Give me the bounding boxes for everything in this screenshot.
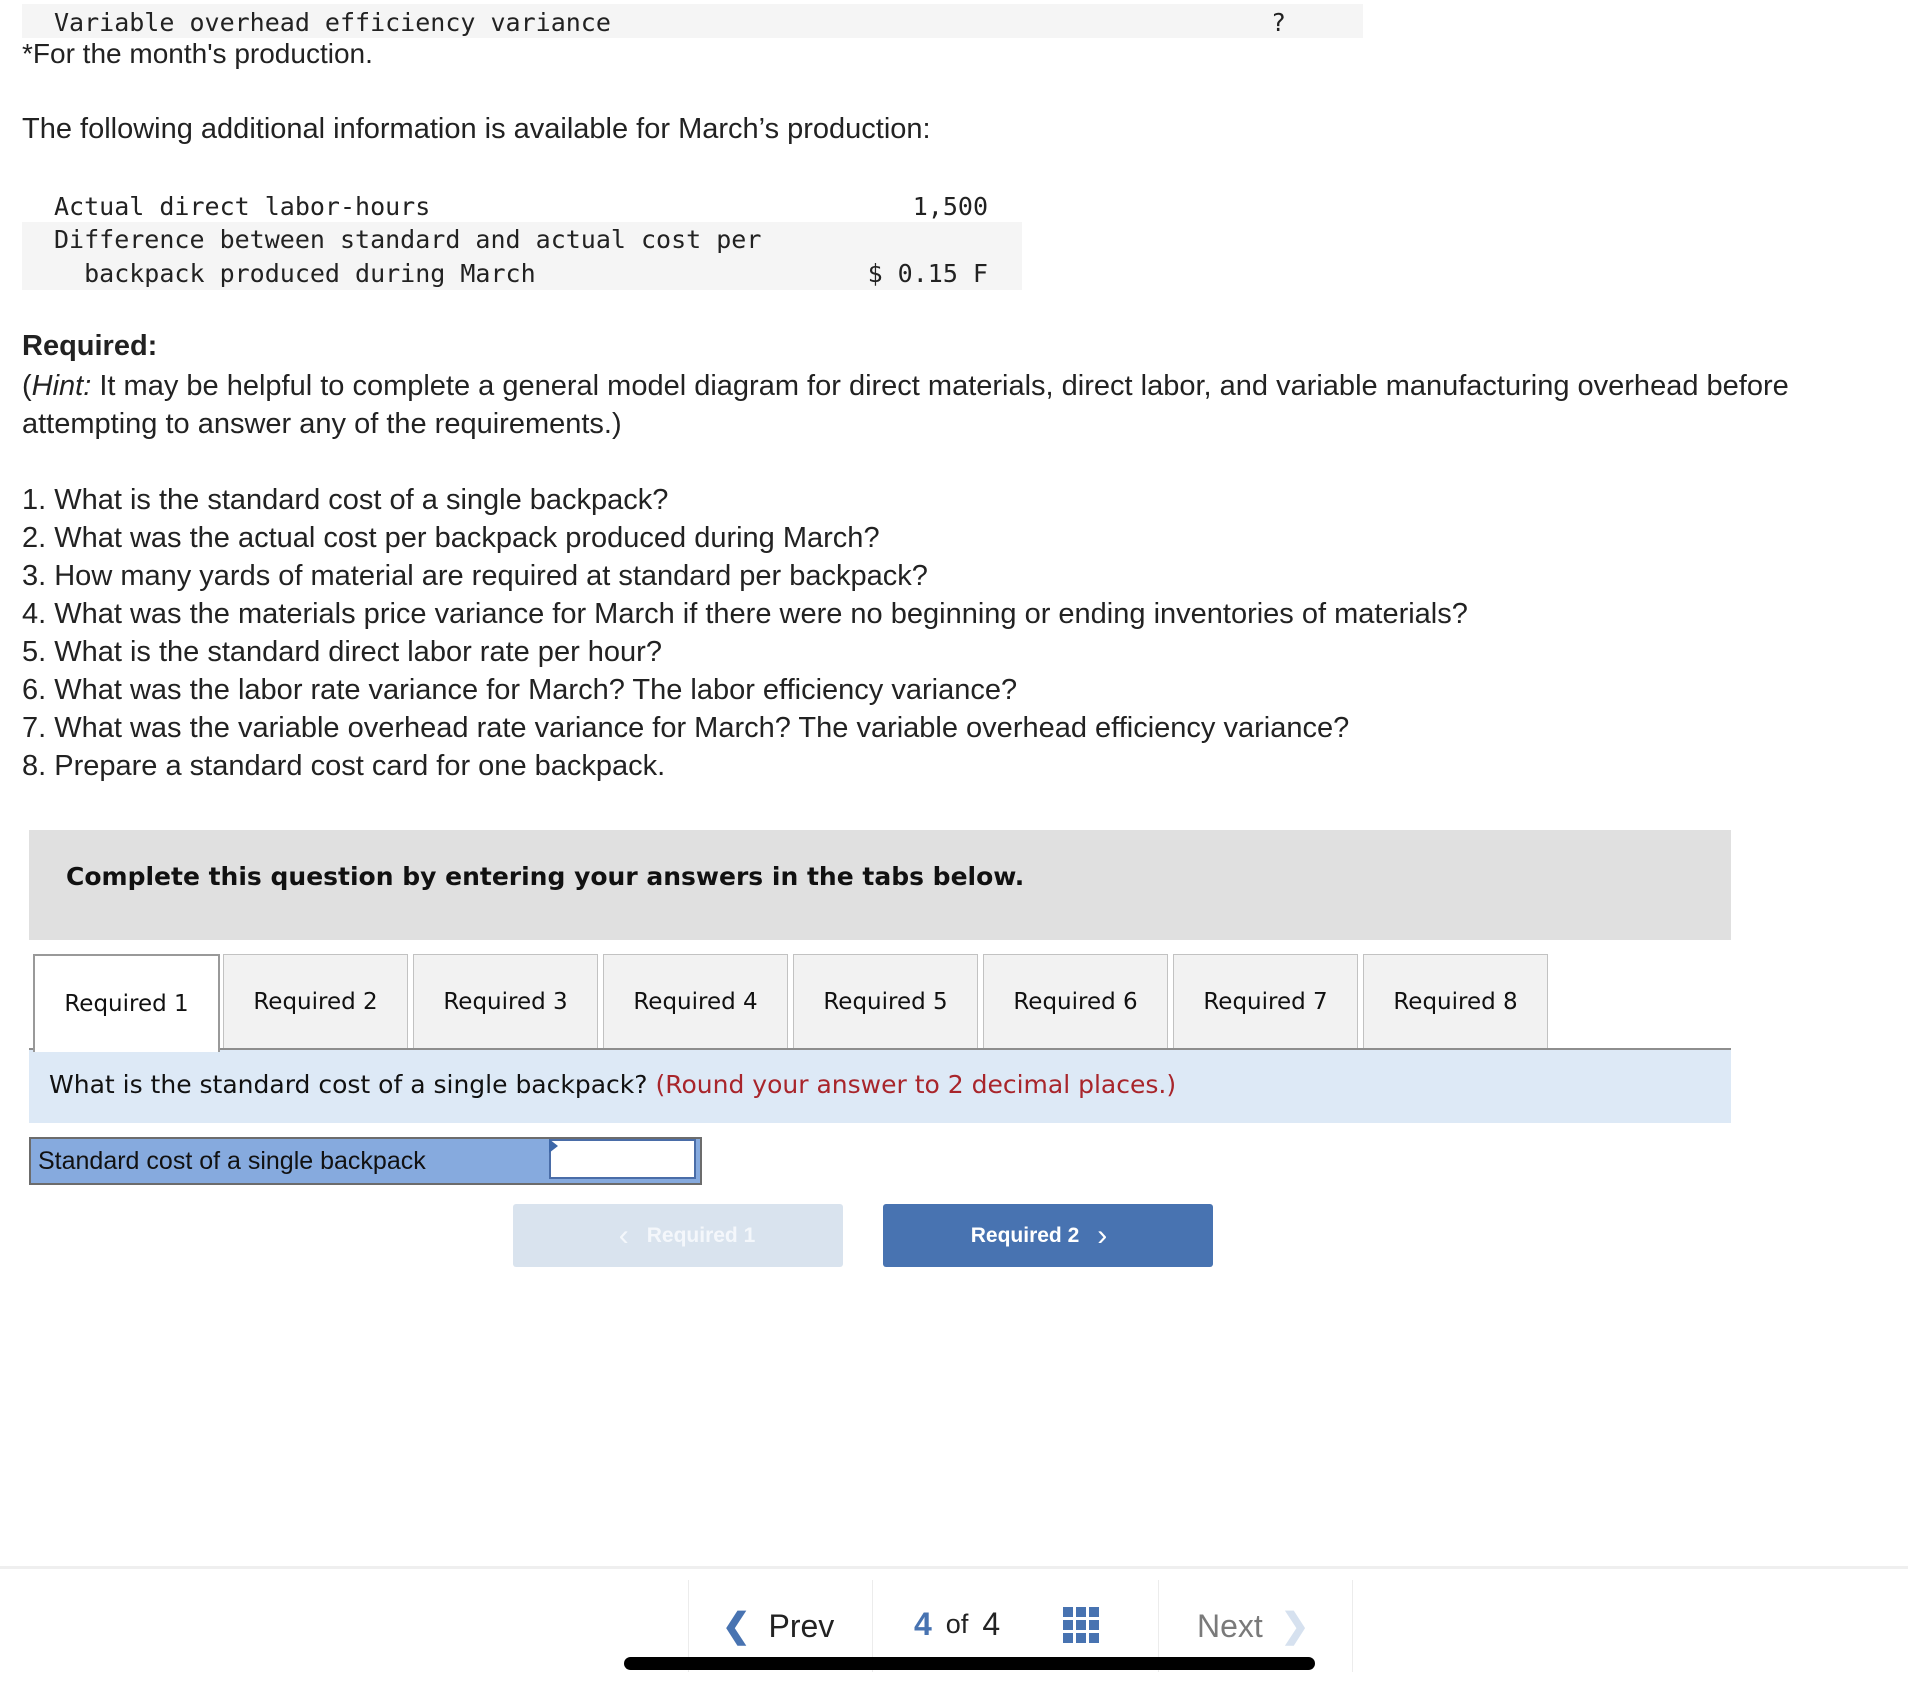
info-row-label: Difference between standard and actual c… bbox=[54, 225, 762, 254]
pager-count: 4 of 4 bbox=[914, 1606, 1000, 1643]
home-indicator bbox=[624, 1657, 1315, 1670]
hint-paren: ( bbox=[22, 370, 32, 402]
pager-current-page: 4 bbox=[914, 1606, 932, 1642]
hint-label: Hint: bbox=[31, 370, 92, 402]
requirement-item: 5. What is the standard direct labor rat… bbox=[22, 636, 662, 668]
next-requirement-button[interactable]: Required 2 › bbox=[883, 1204, 1213, 1267]
footer-divider bbox=[0, 1566, 1908, 1569]
answer-row: Standard cost of a single backpack bbox=[29, 1137, 702, 1185]
rounding-note: (Round your answer to 2 decimal places.) bbox=[655, 1070, 1177, 1099]
question-text: What is the standard cost of a single ba… bbox=[49, 1070, 1176, 1099]
info-row-label-continued: backpack produced during March bbox=[54, 259, 536, 288]
pager-prev-label: Prev bbox=[768, 1607, 835, 1644]
intro-text: The following additional information is … bbox=[22, 113, 931, 145]
prev-requirement-label: Required 1 bbox=[646, 1223, 756, 1247]
footnote: *For the month's production. bbox=[22, 38, 373, 69]
tab-required-4[interactable]: Required 4 bbox=[603, 954, 788, 1048]
grid-icon[interactable] bbox=[1063, 1607, 1099, 1643]
requirement-item: 8. Prepare a standard cost card for one … bbox=[22, 750, 666, 782]
requirement-item: 3. How many yards of material are requir… bbox=[22, 560, 928, 592]
variance-row-label: Variable overhead efficiency variance bbox=[54, 8, 611, 37]
requirements-list: 1. What is the standard cost of a single… bbox=[22, 481, 1468, 785]
pager-divider bbox=[1352, 1580, 1353, 1672]
tab-required-7[interactable]: Required 7 bbox=[1173, 954, 1358, 1048]
next-requirement-label: Required 2 bbox=[970, 1223, 1080, 1247]
requirement-item: 7. What was the variable overhead rate v… bbox=[22, 712, 1350, 744]
answer-label: Standard cost of a single backpack bbox=[38, 1147, 426, 1175]
chevron-right-icon: › bbox=[1097, 1218, 1108, 1252]
prev-requirement-button[interactable]: ‹ Required 1 bbox=[513, 1204, 843, 1267]
pager-total-pages: 4 bbox=[982, 1606, 1001, 1642]
pager-prev-button[interactable]: ❮ Prev bbox=[722, 1606, 834, 1646]
variance-row-value: ? bbox=[1271, 8, 1287, 37]
requirement-item: 1. What is the standard cost of a single… bbox=[22, 484, 669, 516]
tab-required-8[interactable]: Required 8 bbox=[1363, 954, 1548, 1048]
info-row-value: $ 0.15 F bbox=[867, 259, 988, 288]
variance-table-row: Variable overhead efficiency variance ? bbox=[22, 4, 1363, 38]
tab-required-2[interactable]: Required 2 bbox=[223, 954, 408, 1048]
hint-text: (Hint: It may be helpful to complete a g… bbox=[22, 367, 1892, 443]
pager-next-button[interactable]: Next ❯ bbox=[1197, 1606, 1309, 1646]
chevron-right-icon: ❯ bbox=[1280, 1607, 1310, 1645]
requirement-item: 6. What was the labor rate variance for … bbox=[22, 674, 1018, 706]
chevron-left-icon: ❮ bbox=[722, 1607, 751, 1645]
standard-cost-input[interactable] bbox=[549, 1139, 696, 1179]
question-prompt: What is the standard cost of a single ba… bbox=[49, 1070, 648, 1099]
pager-of-label: of bbox=[945, 1609, 969, 1639]
info-row-value: 1,500 bbox=[912, 192, 988, 221]
tab-required-5[interactable]: Required 5 bbox=[793, 954, 978, 1048]
requirement-item: 4. What was the materials price variance… bbox=[22, 598, 1468, 630]
info-row: Actual direct labor-hours 1,500 bbox=[22, 188, 1022, 222]
tab-required-3[interactable]: Required 3 bbox=[413, 954, 598, 1048]
instruction-banner: Complete this question by entering your … bbox=[29, 830, 1731, 940]
info-row: Difference between standard and actual c… bbox=[22, 222, 1022, 290]
tab-required-1[interactable]: Required 1 bbox=[33, 954, 220, 1052]
input-flag-icon bbox=[549, 1139, 558, 1153]
instruction-banner-text: Complete this question by entering your … bbox=[66, 862, 1025, 891]
pager-next-label: Next bbox=[1197, 1607, 1263, 1644]
chevron-left-icon: ‹ bbox=[618, 1218, 629, 1252]
tab-required-6[interactable]: Required 6 bbox=[983, 954, 1168, 1048]
requirement-tabs: Required 1 Required 2 Required 3 Require… bbox=[33, 954, 1731, 1052]
hint-body: It may be helpful to complete a general … bbox=[22, 370, 1789, 440]
info-row-label: Actual direct labor-hours bbox=[54, 192, 431, 221]
requirement-item: 2. What was the actual cost per backpack… bbox=[22, 522, 880, 554]
required-heading: Required: bbox=[22, 330, 158, 362]
question-band: What is the standard cost of a single ba… bbox=[29, 1050, 1731, 1123]
